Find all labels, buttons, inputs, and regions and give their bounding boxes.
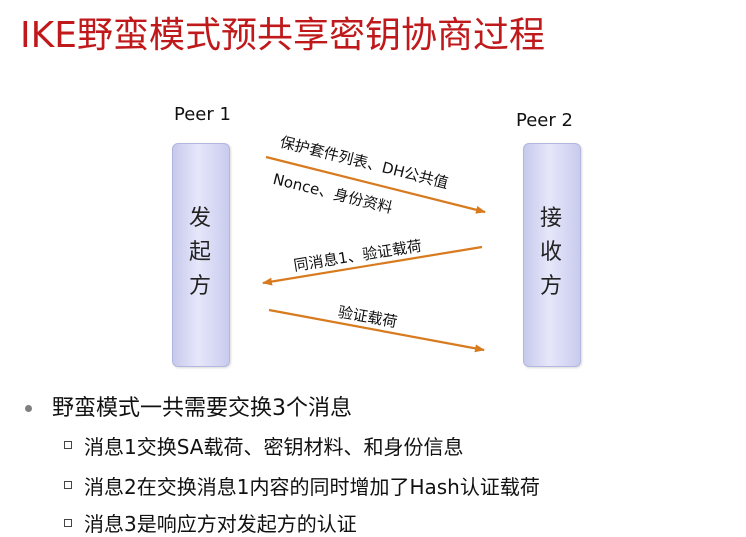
sub-bullet-marker-2 [64, 481, 72, 489]
sub-bullet-1: 消息1交换SA载荷、密钥材料、和身份信息 [84, 435, 464, 459]
main-bullet-dot [25, 405, 32, 412]
sub-bullet-marker-3 [64, 519, 72, 527]
main-bullet: 野蛮模式一共需要交换3个消息 [52, 396, 352, 421]
sub-bullet-marker-1 [64, 441, 72, 449]
sub-bullet-2: 消息2在交换消息1内容的同时增加了Hash认证载荷 [84, 475, 540, 499]
sub-bullet-3: 消息3是响应方对发起方的认证 [84, 512, 357, 536]
